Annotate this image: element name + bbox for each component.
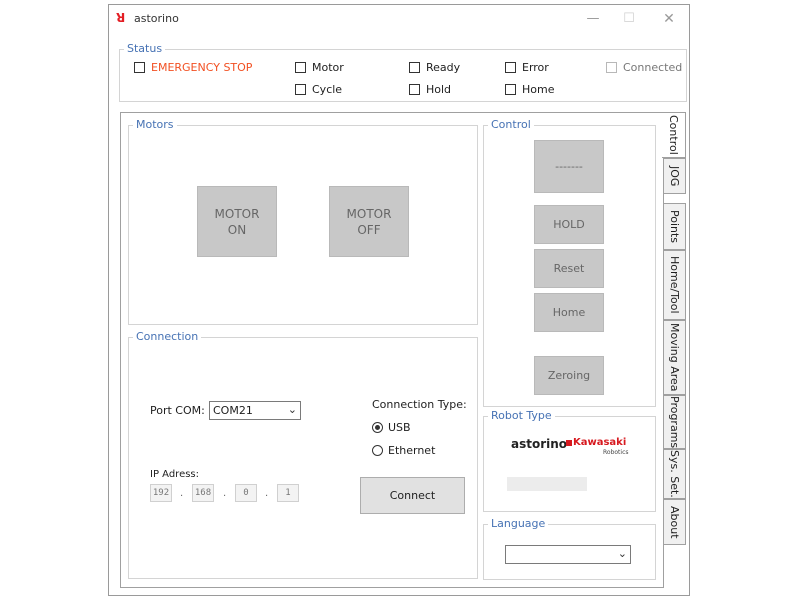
error-label: Error (522, 61, 549, 74)
cycle-label: Cycle (312, 83, 343, 96)
status-group: Status EMERGENCY STOP Motor Ready Error … (119, 42, 687, 102)
tab-points[interactable]: Points (664, 203, 686, 250)
home-checkbox[interactable]: Home (505, 83, 554, 96)
radio-empty-icon (372, 445, 383, 456)
tab-label: Control (667, 115, 680, 155)
tab-moving-area[interactable]: Moving Area (664, 320, 686, 395)
checkbox-box (295, 62, 306, 73)
title-bar: ꓤ astorino — ☐ ✕ (109, 5, 689, 33)
usb-label: USB (388, 421, 411, 434)
ready-label: Ready (426, 61, 461, 74)
motor-checkbox[interactable]: Motor (295, 61, 344, 74)
hold-checkbox[interactable]: Hold (409, 83, 451, 96)
motors-group-label: Motors (133, 118, 177, 132)
checkbox-box (505, 62, 516, 73)
tab-label: Moving Area (668, 323, 681, 392)
ip-octet-2[interactable]: 168 (192, 484, 214, 502)
tab-label: About (668, 505, 681, 539)
port-com-select[interactable]: COM21 ⌄ (209, 401, 301, 420)
close-button[interactable]: ✕ (651, 7, 687, 31)
top-command-button[interactable]: ------- (534, 140, 604, 193)
connect-button[interactable]: Connect (360, 477, 465, 514)
kawasaki-mark-icon (566, 440, 572, 446)
tab-sys-set[interactable]: Sys. Set. (664, 449, 686, 499)
astorino-brand-text: astorino (511, 437, 568, 451)
checkbox-box (409, 62, 420, 73)
home-button[interactable]: Home (534, 293, 604, 332)
tab-label: Sys. Set. (668, 450, 681, 498)
connection-group-label: Connection (133, 330, 202, 344)
ethernet-label: Ethernet (388, 444, 436, 457)
checkbox-box (295, 84, 306, 95)
robotics-text: Robotics (603, 449, 629, 456)
tab-home-tool[interactable]: Home/Tool (664, 250, 686, 320)
checkbox-box (134, 62, 145, 73)
ip-separator: . (223, 488, 227, 499)
connected-checkbox[interactable]: Connected (606, 61, 682, 74)
control-group-label: Control (488, 118, 534, 132)
kawasaki-text: Kawasaki (573, 437, 627, 448)
motor-on-button[interactable]: MOTOR ON (197, 186, 277, 257)
ip-separator: . (180, 488, 184, 499)
main-window: ꓤ astorino — ☐ ✕ Status EMERGENCY STOP M… (108, 4, 690, 596)
port-com-label: Port COM: (150, 404, 205, 417)
language-group: Language ⌄ (483, 517, 656, 580)
motor-off-button[interactable]: MOTOR OFF (329, 186, 409, 257)
tab-label: Home/Tool (668, 256, 681, 314)
tab-control[interactable]: Control (662, 112, 686, 158)
chevron-down-icon: ⌄ (617, 547, 627, 560)
tab-about[interactable]: About (664, 499, 686, 545)
ready-checkbox[interactable]: Ready (409, 61, 460, 74)
checkbox-box (409, 84, 420, 95)
reset-button[interactable]: Reset (534, 249, 604, 288)
robot-type-placeholder (507, 477, 587, 491)
ip-separator: . (265, 488, 269, 499)
robot-type-group-label: Robot Type (488, 409, 555, 423)
tab-label: JOG (668, 165, 681, 187)
ip-octet-1[interactable]: 192 (150, 484, 172, 502)
emergency-stop-checkbox[interactable]: EMERGENCY STOP (134, 61, 252, 74)
home-label: Home (522, 83, 555, 96)
ip-octet-4[interactable]: 1 (277, 484, 299, 502)
language-group-label: Language (488, 517, 549, 531)
tab-programs[interactable]: Programs (664, 395, 686, 449)
cycle-checkbox[interactable]: Cycle (295, 83, 342, 96)
maximize-button[interactable]: ☐ (611, 7, 647, 31)
ethernet-radio[interactable]: Ethernet (372, 444, 435, 457)
tab-label: Points (668, 209, 681, 244)
minimize-button[interactable]: — (575, 7, 611, 31)
language-select[interactable]: ⌄ (505, 545, 631, 564)
hold-label: Hold (426, 83, 452, 96)
robot-type-group: Robot Type astorino Kawasaki Robotics (483, 409, 656, 512)
window-title: astorino (134, 12, 179, 25)
connection-type-label: Connection Type: (372, 398, 467, 411)
connected-label: Connected (623, 61, 683, 74)
status-group-label: Status (124, 42, 166, 56)
ip-address-label: IP Adress: (150, 469, 200, 480)
robot-brand-logo: astorino Kawasaki Robotics (511, 435, 636, 463)
emergency-stop-label: EMERGENCY STOP (151, 61, 253, 74)
connection-group: Connection Port COM: COM21 ⌄ Connection … (128, 330, 478, 579)
usb-radio[interactable]: USB (372, 421, 411, 434)
tab-strip: Control JOG Points Home/Tool Moving Area… (662, 112, 686, 588)
hold-button[interactable]: HOLD (534, 205, 604, 244)
checkbox-box (606, 62, 617, 73)
control-group: Control ------- HOLD Reset Home Zeroing (483, 118, 656, 407)
tab-label: Programs (668, 395, 681, 449)
chevron-down-icon: ⌄ (287, 403, 297, 416)
radio-selected-icon (372, 422, 383, 433)
tab-jog[interactable]: JOG (664, 158, 686, 194)
error-checkbox[interactable]: Error (505, 61, 549, 74)
zeroing-button[interactable]: Zeroing (534, 356, 604, 395)
ip-octet-3[interactable]: 0 (235, 484, 257, 502)
motors-group: Motors MOTOR ON MOTOR OFF (128, 118, 478, 325)
checkbox-box (505, 84, 516, 95)
astorino-logo-icon: ꓤ (116, 11, 126, 25)
motor-label: Motor (312, 61, 344, 74)
port-com-value: COM21 (213, 404, 253, 417)
control-tab-panel: Motors MOTOR ON MOTOR OFF Connection Por… (120, 112, 664, 588)
